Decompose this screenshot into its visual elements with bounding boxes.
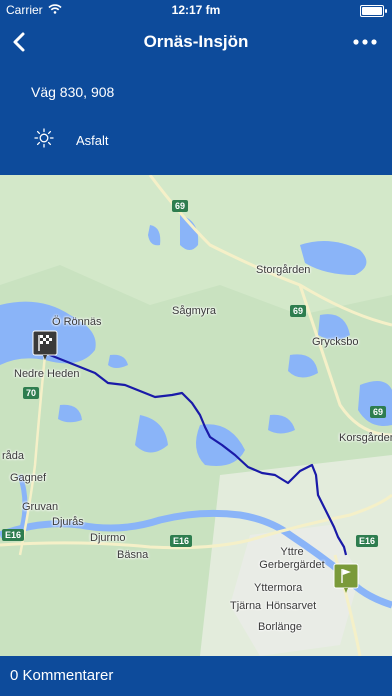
place-label: Tjärna: [230, 600, 262, 612]
place-label: Djurmo: [90, 532, 126, 544]
place-label: Djurås: [52, 516, 84, 528]
comments-count: 0 Kommentarer: [10, 667, 114, 684]
place-label: Bäsna: [117, 549, 149, 561]
more-dots-icon: [353, 39, 377, 45]
place-label: Yttermora: [254, 582, 303, 594]
nav-bar: Ornäs-Insjön: [0, 20, 392, 64]
status-time: 12:17 fm: [171, 3, 221, 17]
more-options-button[interactable]: [348, 26, 384, 58]
map-view[interactable]: Ö Rönnäs Nedre Heden Storgården Sågmyra …: [0, 175, 392, 656]
road-number-shield: E16: [356, 535, 379, 547]
comments-bar[interactable]: 0 Kommentarer: [0, 656, 392, 696]
road-number-shield: E16: [2, 529, 25, 541]
place-label: Ö Rönnäs: [52, 316, 102, 328]
surface-label: Asfalt: [76, 133, 109, 148]
road-info: Väg 830, 908: [31, 84, 115, 100]
place-label: Grycksbo: [312, 336, 359, 348]
road-number-shield: 70: [23, 387, 40, 399]
sun-icon: [34, 128, 54, 153]
place-label: Gagnef: [10, 472, 47, 484]
place-label: Hönsarvet: [266, 600, 317, 612]
road-number-shield: E16: [170, 535, 193, 547]
road-number-shield: 69: [172, 200, 189, 212]
place-label: Korsgården: [339, 432, 392, 444]
place-label: Borlänge: [258, 621, 303, 633]
road-number-shield: 69: [370, 406, 387, 418]
page-title: Ornäs-Insjön: [143, 32, 249, 51]
surface-row: Asfalt: [34, 128, 109, 153]
road-number-shield: 69: [290, 305, 307, 317]
battery-icon: [360, 5, 387, 17]
place-label: Yttre Gerbergärdet: [259, 546, 325, 571]
info-panel: Väg 830, 908 Asfalt: [0, 64, 392, 175]
place-label: råda: [2, 450, 25, 462]
place-label: Sågmyra: [172, 305, 217, 317]
place-label: Nedre Heden: [14, 368, 80, 380]
place-label: Storgården: [256, 264, 311, 276]
place-label: Gruvan: [22, 501, 59, 513]
status-bar: Carrier 12:17 fm: [0, 0, 392, 20]
